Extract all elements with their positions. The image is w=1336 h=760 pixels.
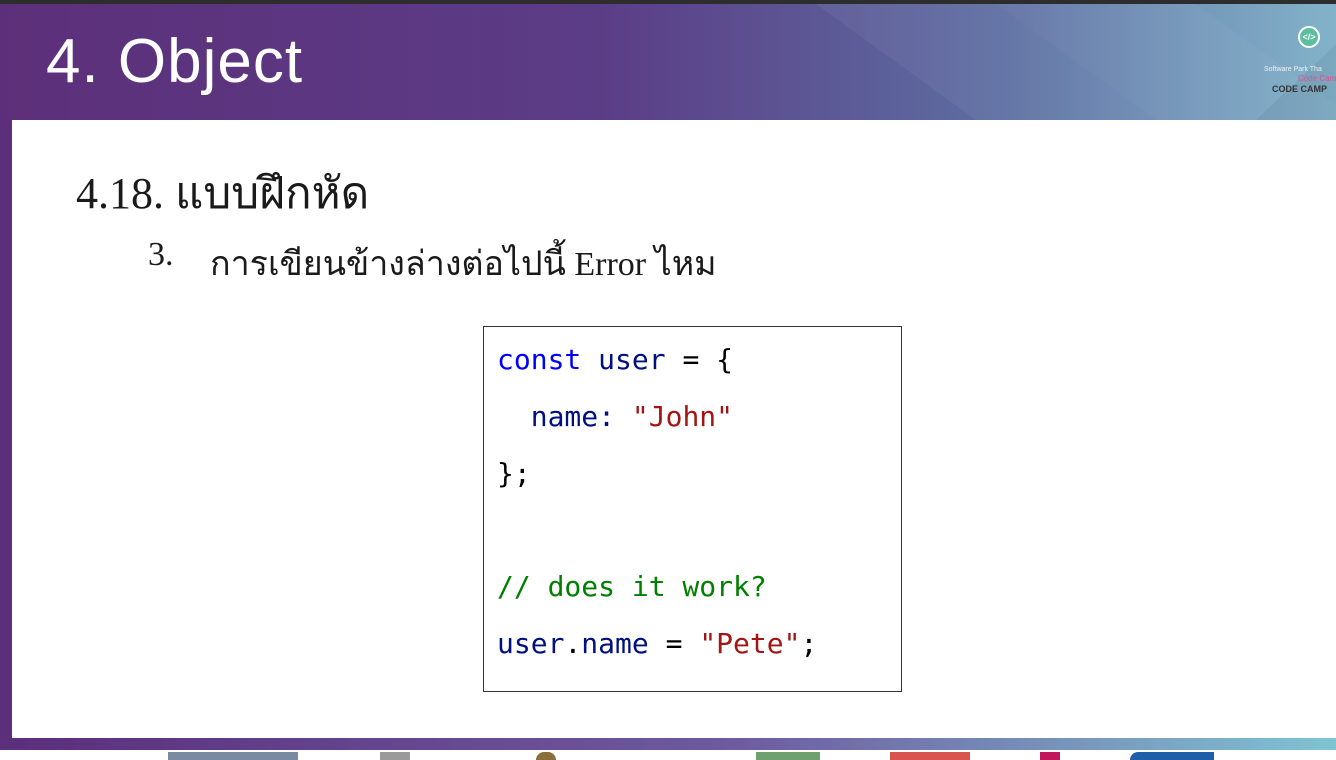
sponsor-logo-4 bbox=[756, 752, 820, 760]
section-heading: 4.18. แบบฝึกหัด bbox=[76, 169, 370, 218]
code-punctuation: ; bbox=[800, 627, 818, 660]
logo-text-line3: CODE CAMP bbox=[1272, 84, 1328, 94]
code-property: name bbox=[581, 627, 649, 660]
code-block: const user = { name: "John" }; // does i… bbox=[483, 326, 902, 692]
sponsor-logo-5 bbox=[890, 752, 970, 760]
slide-title: 4. Object bbox=[46, 27, 304, 96]
code-line-1: const user = { bbox=[497, 343, 733, 376]
sponsor-logo-2 bbox=[380, 752, 410, 760]
sponsor-logo-6 bbox=[1040, 752, 1060, 760]
code-identifier: user bbox=[497, 627, 565, 660]
sponsor-logo-1 bbox=[168, 752, 298, 760]
sponsor-logo-7 bbox=[1130, 752, 1214, 760]
code-icon: </> bbox=[1298, 26, 1320, 48]
window-top-bar bbox=[0, 0, 1336, 4]
code-identifier: user bbox=[598, 343, 666, 376]
slide: 4. Object </> Software Park Tha Code Cam… bbox=[0, 0, 1336, 760]
sponsor-logo-3 bbox=[536, 752, 556, 760]
code-property-key: name: bbox=[530, 400, 616, 433]
code-string: "John" bbox=[631, 400, 734, 433]
code-keyword: const bbox=[497, 343, 582, 376]
code-punctuation: = { bbox=[665, 343, 734, 376]
logo-text-line2: Code Cam bbox=[1298, 74, 1336, 83]
logo-text-line1: Software Park Tha bbox=[1264, 66, 1322, 73]
code-line-2: name: "John" bbox=[497, 400, 733, 433]
code-operator: = bbox=[648, 627, 700, 660]
content-panel: 4.18. แบบฝึกหัด 3. การเขียนข้างล่างต่อไป… bbox=[12, 120, 1336, 738]
code-comment: // does it work? bbox=[497, 570, 767, 603]
code-line-5: user.name = "Pete"; bbox=[497, 627, 817, 660]
question-number: 3. bbox=[148, 236, 174, 273]
code-punctuation: . bbox=[564, 627, 582, 660]
code-camp-logo: </> Software Park Tha Code Cam CODE CAMP bbox=[1262, 22, 1336, 122]
header-decoration bbox=[816, 4, 1336, 120]
question-text: การเขียนข้างล่างต่อไปนี้ Error ไหม bbox=[210, 246, 717, 283]
code-line-3: }; bbox=[497, 457, 531, 490]
code-string: "Pete" bbox=[699, 627, 801, 660]
